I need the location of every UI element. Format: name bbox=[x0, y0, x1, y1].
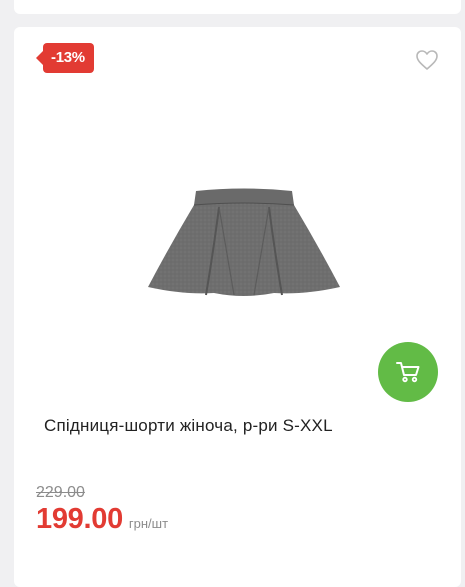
old-price: 229.00 bbox=[36, 484, 85, 501]
shopping-cart-icon bbox=[396, 362, 420, 383]
add-to-cart-button[interactable] bbox=[378, 342, 438, 402]
discount-badge: -13% bbox=[36, 43, 94, 73]
current-price: 199.00 bbox=[36, 503, 123, 535]
price-unit: грн/шт bbox=[128, 516, 169, 531]
product-title[interactable]: Спідниця-шорти жіноча, р-ри S-XXL bbox=[44, 416, 333, 436]
product-card[interactable]: -13% Спідниця-шорти жіноча, р-ри S-XXL 2… bbox=[14, 27, 461, 587]
product-image[interactable] bbox=[144, 187, 344, 302]
heart-icon[interactable] bbox=[415, 49, 439, 71]
price-row: 199.00 грн/шт bbox=[36, 503, 168, 536]
previous-product-card bbox=[14, 0, 461, 14]
